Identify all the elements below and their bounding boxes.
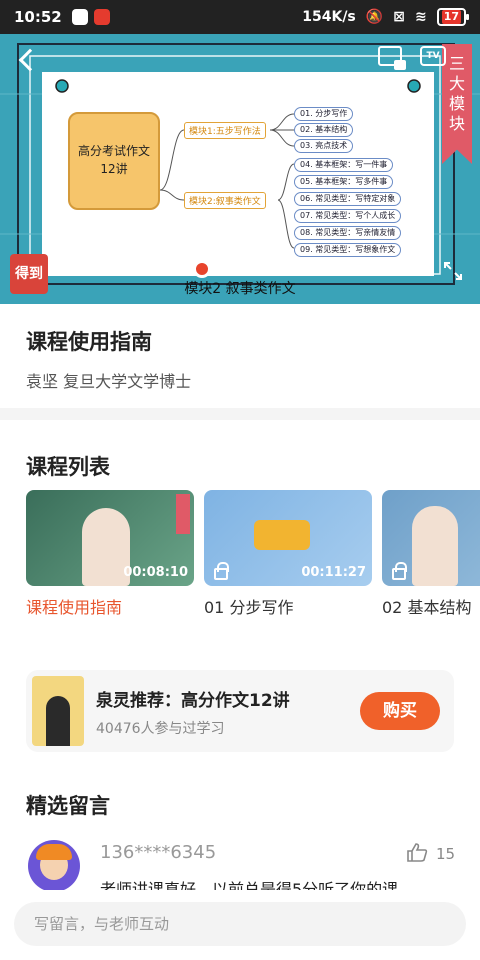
course-list[interactable]: 00:08:10 课程使用指南 00:11:27 01 分步写作 02 基本结构 bbox=[26, 490, 480, 620]
promo-cover-image bbox=[32, 676, 84, 746]
outline-item: 04. 基本框架：写一件事 bbox=[294, 158, 394, 172]
outline-item: 07. 常见类型：写个人成长 bbox=[294, 209, 402, 223]
comments-title: 精选留言 bbox=[26, 794, 110, 818]
app-notification-icon bbox=[71, 9, 88, 25]
status-app-icons bbox=[71, 9, 110, 25]
promo-title: 泉灵推荐：高分作文12讲 bbox=[96, 691, 290, 711]
comment-text: 老师讲课真好，以前总是得5分听了你的课 bbox=[100, 880, 399, 890]
outline-item: 01. 分步写作 bbox=[294, 107, 354, 121]
course-thumbnail[interactable]: 00:11:27 bbox=[204, 490, 372, 586]
course-author: 袁坚 复旦大学文学博士 bbox=[26, 372, 192, 391]
tv-cast-icon[interactable]: TV bbox=[420, 46, 446, 66]
outline-item: 08. 常见类型：写亲情友情 bbox=[294, 226, 402, 240]
status-bar: 10:52 154K/s 🔕 ⊠ ≋ 17 bbox=[0, 0, 480, 34]
status-time: 10:52 bbox=[14, 8, 62, 26]
wifi-icon: ≋ bbox=[414, 9, 427, 25]
module-1-box: 模块1:五步写作法 bbox=[184, 122, 266, 139]
total-time: 00:08:10 bbox=[358, 260, 421, 276]
outline-item: 09. 常见类型：写想象作文 bbox=[294, 243, 402, 257]
course-card-label: 02 基本结构 bbox=[382, 598, 472, 617]
promo-card[interactable]: 泉灵推荐：高分作文12讲 40476人参与过学习 购买 bbox=[26, 670, 454, 752]
course-card[interactable]: 00:11:27 01 分步写作 bbox=[204, 490, 372, 618]
thumbnail-ribbon bbox=[176, 494, 190, 534]
course-list-title: 课程列表 bbox=[26, 455, 110, 479]
video-subtitle: 模块2 叙事类作文 bbox=[184, 281, 296, 297]
avatar[interactable] bbox=[28, 840, 80, 892]
sim-icon: ⊠ bbox=[393, 9, 405, 25]
course-title: 课程使用指南 bbox=[26, 330, 152, 354]
course-card[interactable]: 00:08:10 课程使用指南 bbox=[26, 490, 194, 618]
promo-participants: 40476人参与过学习 bbox=[96, 721, 225, 737]
course-thumbnail[interactable]: 00:08:10 bbox=[26, 490, 194, 586]
book-cover: 高分考试作文 12讲 bbox=[68, 112, 160, 210]
teacher-figure bbox=[412, 506, 458, 586]
progress-bar[interactable] bbox=[140, 260, 350, 278]
comment-input[interactable]: 写留言，与老师互动 bbox=[14, 902, 466, 946]
section-divider bbox=[0, 408, 480, 420]
course-card-label: 01 分步写作 bbox=[204, 598, 294, 617]
graduation-cap-graphic bbox=[254, 520, 310, 550]
thumbs-up-icon[interactable] bbox=[406, 842, 428, 862]
promo-figure bbox=[46, 696, 70, 746]
app-notification-icon bbox=[93, 9, 110, 25]
avatar-hair bbox=[36, 844, 72, 860]
outline-item: 06. 常见类型：写特定对象 bbox=[294, 192, 402, 206]
pip-icon[interactable] bbox=[378, 46, 406, 70]
mute-icon: 🔕 bbox=[365, 9, 384, 25]
course-card[interactable]: 02 基本结构 bbox=[382, 490, 480, 618]
comment-username: 136****6345 bbox=[100, 842, 217, 863]
thumbnail-duration: 00:08:10 bbox=[123, 565, 188, 580]
course-thumbnail[interactable] bbox=[382, 490, 480, 586]
current-time: 00:02:24 bbox=[60, 260, 123, 276]
video-player[interactable]: 模块1:五步写作法 模块2:叙事类作文 01. 分步写作 02. 基本结构 03… bbox=[0, 34, 480, 304]
lock-icon bbox=[392, 562, 407, 580]
progress-thumb[interactable] bbox=[192, 260, 211, 278]
thumbnail-duration: 00:11:27 bbox=[301, 565, 366, 580]
outline-item: 03. 亮点技术 bbox=[294, 139, 354, 153]
ribbon-label: 三大模块 bbox=[442, 44, 472, 164]
buy-button[interactable]: 购买 bbox=[360, 692, 440, 730]
like-count: 15 bbox=[436, 845, 456, 863]
module-2-box: 模块2:叙事类作文 bbox=[184, 192, 266, 209]
outline-item: 02. 基本结构 bbox=[294, 123, 354, 137]
comment-input-bar: 写留言，与老师互动 bbox=[0, 890, 480, 960]
course-card-label: 课程使用指南 bbox=[26, 598, 123, 617]
lock-icon bbox=[214, 562, 229, 580]
network-speed: 154K/s bbox=[302, 9, 356, 25]
battery-icon: 17 bbox=[436, 8, 470, 26]
outline-item: 05. 基本框架：写多件事 bbox=[294, 175, 394, 189]
status-right: 154K/s 🔕 ⊠ ≋ 17 bbox=[302, 8, 470, 26]
